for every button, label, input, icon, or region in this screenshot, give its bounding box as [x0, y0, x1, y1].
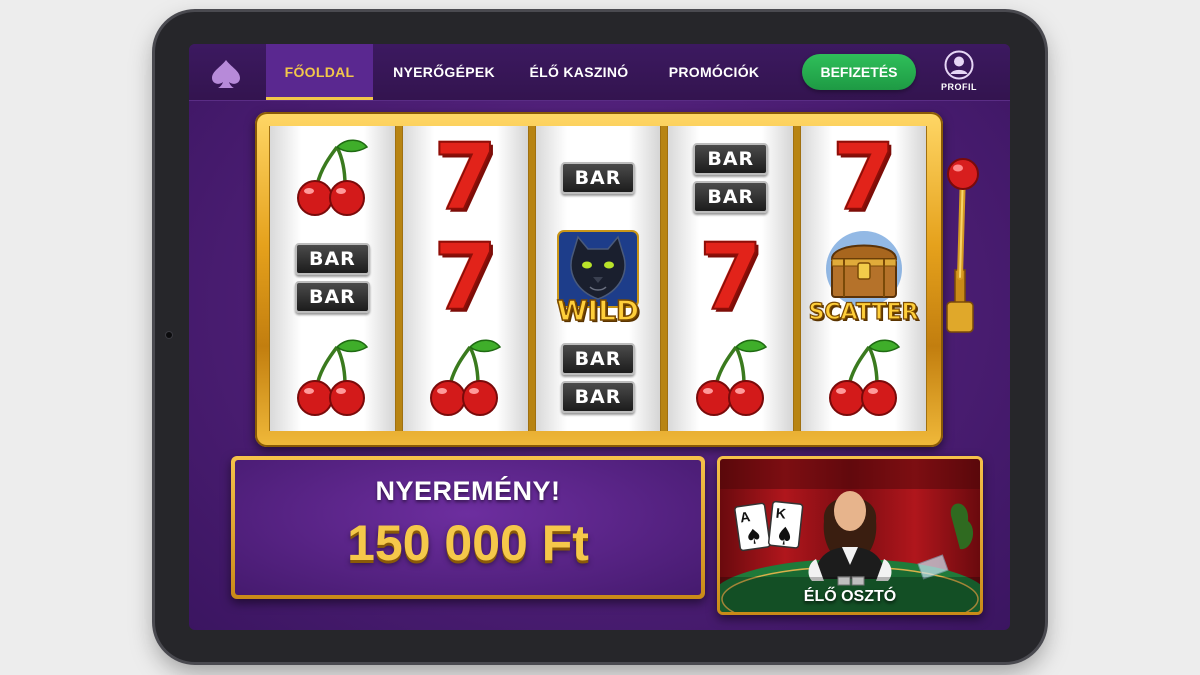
cherry-icon	[695, 339, 767, 416]
bar-label: BAR	[693, 143, 769, 175]
spin-lever[interactable]	[943, 152, 983, 342]
reel-1: BAR BAR	[269, 126, 396, 431]
bar-double-symbol: BAR BAR	[668, 128, 793, 228]
profile-button[interactable]: PROFIL	[934, 50, 984, 96]
seven-label: 7	[698, 224, 764, 331]
scatter-label: SCATTER	[808, 299, 919, 325]
user-avatar-icon	[944, 50, 974, 80]
seven-symbol: 7	[801, 128, 926, 228]
tablet-device: FŐOLDAL NYERŐGÉPEK ÉLŐ KASZINÓ PROMÓCIÓK…	[155, 12, 1045, 662]
stage: FŐOLDAL NYERŐGÉPEK ÉLŐ KASZINÓ PROMÓCIÓK…	[0, 0, 1200, 675]
nav-tab-home[interactable]: FŐOLDAL	[266, 44, 373, 100]
reels: BAR BAR 7 7 BAR WILD BAR BAR BAR BAR 7 7…	[269, 126, 927, 431]
cherry-symbol	[801, 328, 926, 428]
reel-2: 7 7	[401, 126, 529, 431]
slot-machine: BAR BAR 7 7 BAR WILD BAR BAR BAR BAR 7 7…	[255, 112, 943, 447]
bar-label: BAR	[560, 381, 636, 413]
seven-symbol: 7	[403, 128, 528, 228]
nav-tab-slots[interactable]: NYERŐGÉPEK	[384, 44, 504, 100]
bar-label: BAR	[294, 281, 370, 313]
bar-double-symbol: BAR BAR	[536, 328, 661, 428]
app-screen: FŐOLDAL NYERŐGÉPEK ÉLŐ KASZINÓ PROMÓCIÓK…	[189, 44, 1010, 630]
seven-symbol: 7	[668, 228, 793, 328]
live-dealer-label: ÉLŐ OSZTÓ	[803, 588, 897, 605]
reel-3: BAR WILD BAR BAR	[534, 126, 662, 431]
spade-icon[interactable]	[209, 57, 243, 91]
cherry-symbol	[270, 128, 395, 228]
win-amount: 150 000 Ft	[347, 515, 589, 571]
camera-icon	[166, 332, 172, 338]
seven-symbol: 7	[403, 228, 528, 328]
card-k-rank: K	[775, 505, 787, 522]
bar-label: BAR	[560, 343, 636, 375]
bar-label: BAR	[693, 181, 769, 213]
cherry-symbol	[270, 328, 395, 428]
cherry-icon	[430, 339, 502, 416]
seven-label: 7	[831, 124, 897, 231]
reel-4: BAR BAR 7	[667, 126, 795, 431]
cherry-icon	[828, 339, 900, 416]
reel-5: 7 SCATTER	[800, 126, 927, 431]
bar-double-symbol: BAR BAR	[270, 228, 395, 328]
bar-label: BAR	[294, 243, 370, 275]
win-title: NYEREMÉNY!	[375, 476, 561, 506]
scatter-symbol: SCATTER	[801, 228, 926, 328]
profile-label: PROFIL	[941, 82, 977, 92]
bar-label: BAR	[560, 162, 636, 194]
live-dealer-card[interactable]: A K ÉLŐ OSZTÓ	[717, 456, 983, 615]
cherry-icon	[297, 139, 369, 216]
wild-label: WILD	[556, 293, 640, 328]
win-panel: NYEREMÉNY! 150 000 Ft	[231, 456, 705, 599]
nav-tab-live-casino[interactable]: ÉLŐ KASZINÓ	[519, 44, 639, 100]
top-navbar: FŐOLDAL NYERŐGÉPEK ÉLŐ KASZINÓ PROMÓCIÓK…	[189, 44, 1010, 101]
deposit-button[interactable]: BEFIZETÉS	[802, 54, 916, 90]
treasure-chest-icon	[825, 231, 902, 307]
cherry-symbol	[668, 328, 793, 428]
cherry-icon	[297, 339, 369, 416]
seven-label: 7	[432, 224, 498, 331]
nav-tab-promotions[interactable]: PROMÓCIÓK	[654, 44, 774, 100]
wild-symbol: WILD	[536, 228, 661, 328]
cherry-symbol	[403, 328, 528, 428]
bar-single-symbol: BAR	[536, 128, 661, 228]
seven-label: 7	[432, 124, 498, 231]
